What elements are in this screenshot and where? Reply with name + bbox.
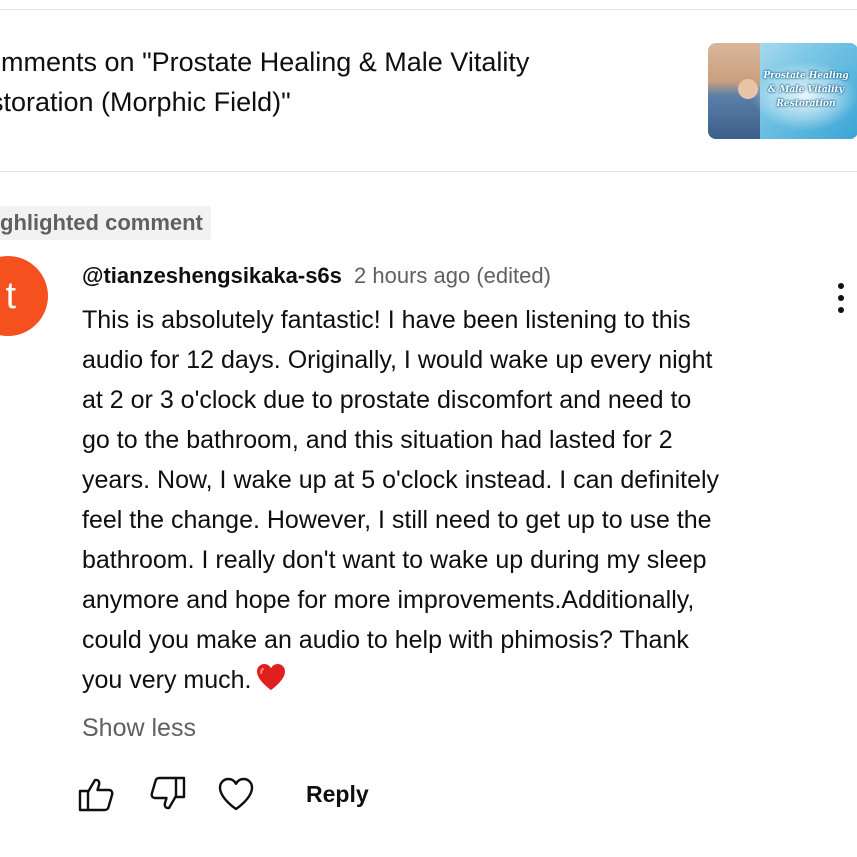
- comment-line: bathroom. I really don't want to wake up…: [82, 546, 707, 574]
- comment-line: anymore and hope for more improvements.A…: [82, 586, 695, 614]
- thumbnail-title-line-3: Restoration: [776, 99, 836, 109]
- show-less-link[interactable]: Show less: [82, 710, 196, 746]
- comment-last-line: you very much.: [82, 660, 802, 703]
- top-divider: [0, 9, 857, 10]
- dislike-button[interactable]: [142, 768, 194, 820]
- comment-header: @tianzeshengsikaka-s6s 2 hours ago (edit…: [82, 260, 551, 292]
- comment-timestamp[interactable]: 2 hours ago (edited): [354, 263, 551, 288]
- avatar[interactable]: t: [0, 256, 48, 336]
- comment-line: could you make an audio to help with phi…: [82, 626, 689, 654]
- comment-line: years. Now, I wake up at 5 o'clock inste…: [82, 466, 720, 494]
- comment-line: you very much.: [82, 666, 252, 694]
- comment-text: This is absolutely fantastic! I have bee…: [82, 300, 802, 703]
- more-actions-button[interactable]: [826, 278, 856, 318]
- comment-line: This is absolutely fantastic! I have bee…: [82, 306, 691, 334]
- thumbnail-title: Prostate Healing & Male Vitality Restora…: [754, 69, 857, 111]
- panel-title: omments on "Prostate Healing & Male Vita…: [0, 42, 676, 122]
- header-divider: [0, 171, 857, 172]
- comment-author[interactable]: @tianzeshengsikaka-s6s: [82, 263, 342, 288]
- comments-panel: omments on "Prostate Healing & Male Vita…: [0, 0, 857, 857]
- comment-line: at 2 or 3 o'clock due to prostate discom…: [82, 386, 692, 414]
- thumbnail-title-line-2: & Male Vitality: [768, 85, 844, 95]
- panel-title-line-1: omments on "Prostate Healing & Male Vita…: [0, 47, 530, 77]
- highlighted-comment-badge: ghlighted comment: [0, 206, 211, 240]
- video-thumbnail[interactable]: Prostate Healing & Male Vitality Restora…: [708, 43, 857, 139]
- reply-button[interactable]: Reply: [294, 768, 381, 820]
- heart-button[interactable]: [210, 768, 262, 820]
- comment-line: audio for 12 days. Originally, I would w…: [82, 346, 713, 374]
- comment-line: go to the bathroom, and this situation h…: [82, 426, 673, 454]
- red-heart-emoji-icon: [256, 663, 286, 703]
- like-button[interactable]: [70, 768, 122, 820]
- thumbnail-title-line-1: Prostate Healing: [763, 71, 849, 81]
- panel-title-line-2: storation (Morphic Field)": [0, 87, 291, 117]
- comment-line: feel the change. However, I still need t…: [82, 506, 712, 534]
